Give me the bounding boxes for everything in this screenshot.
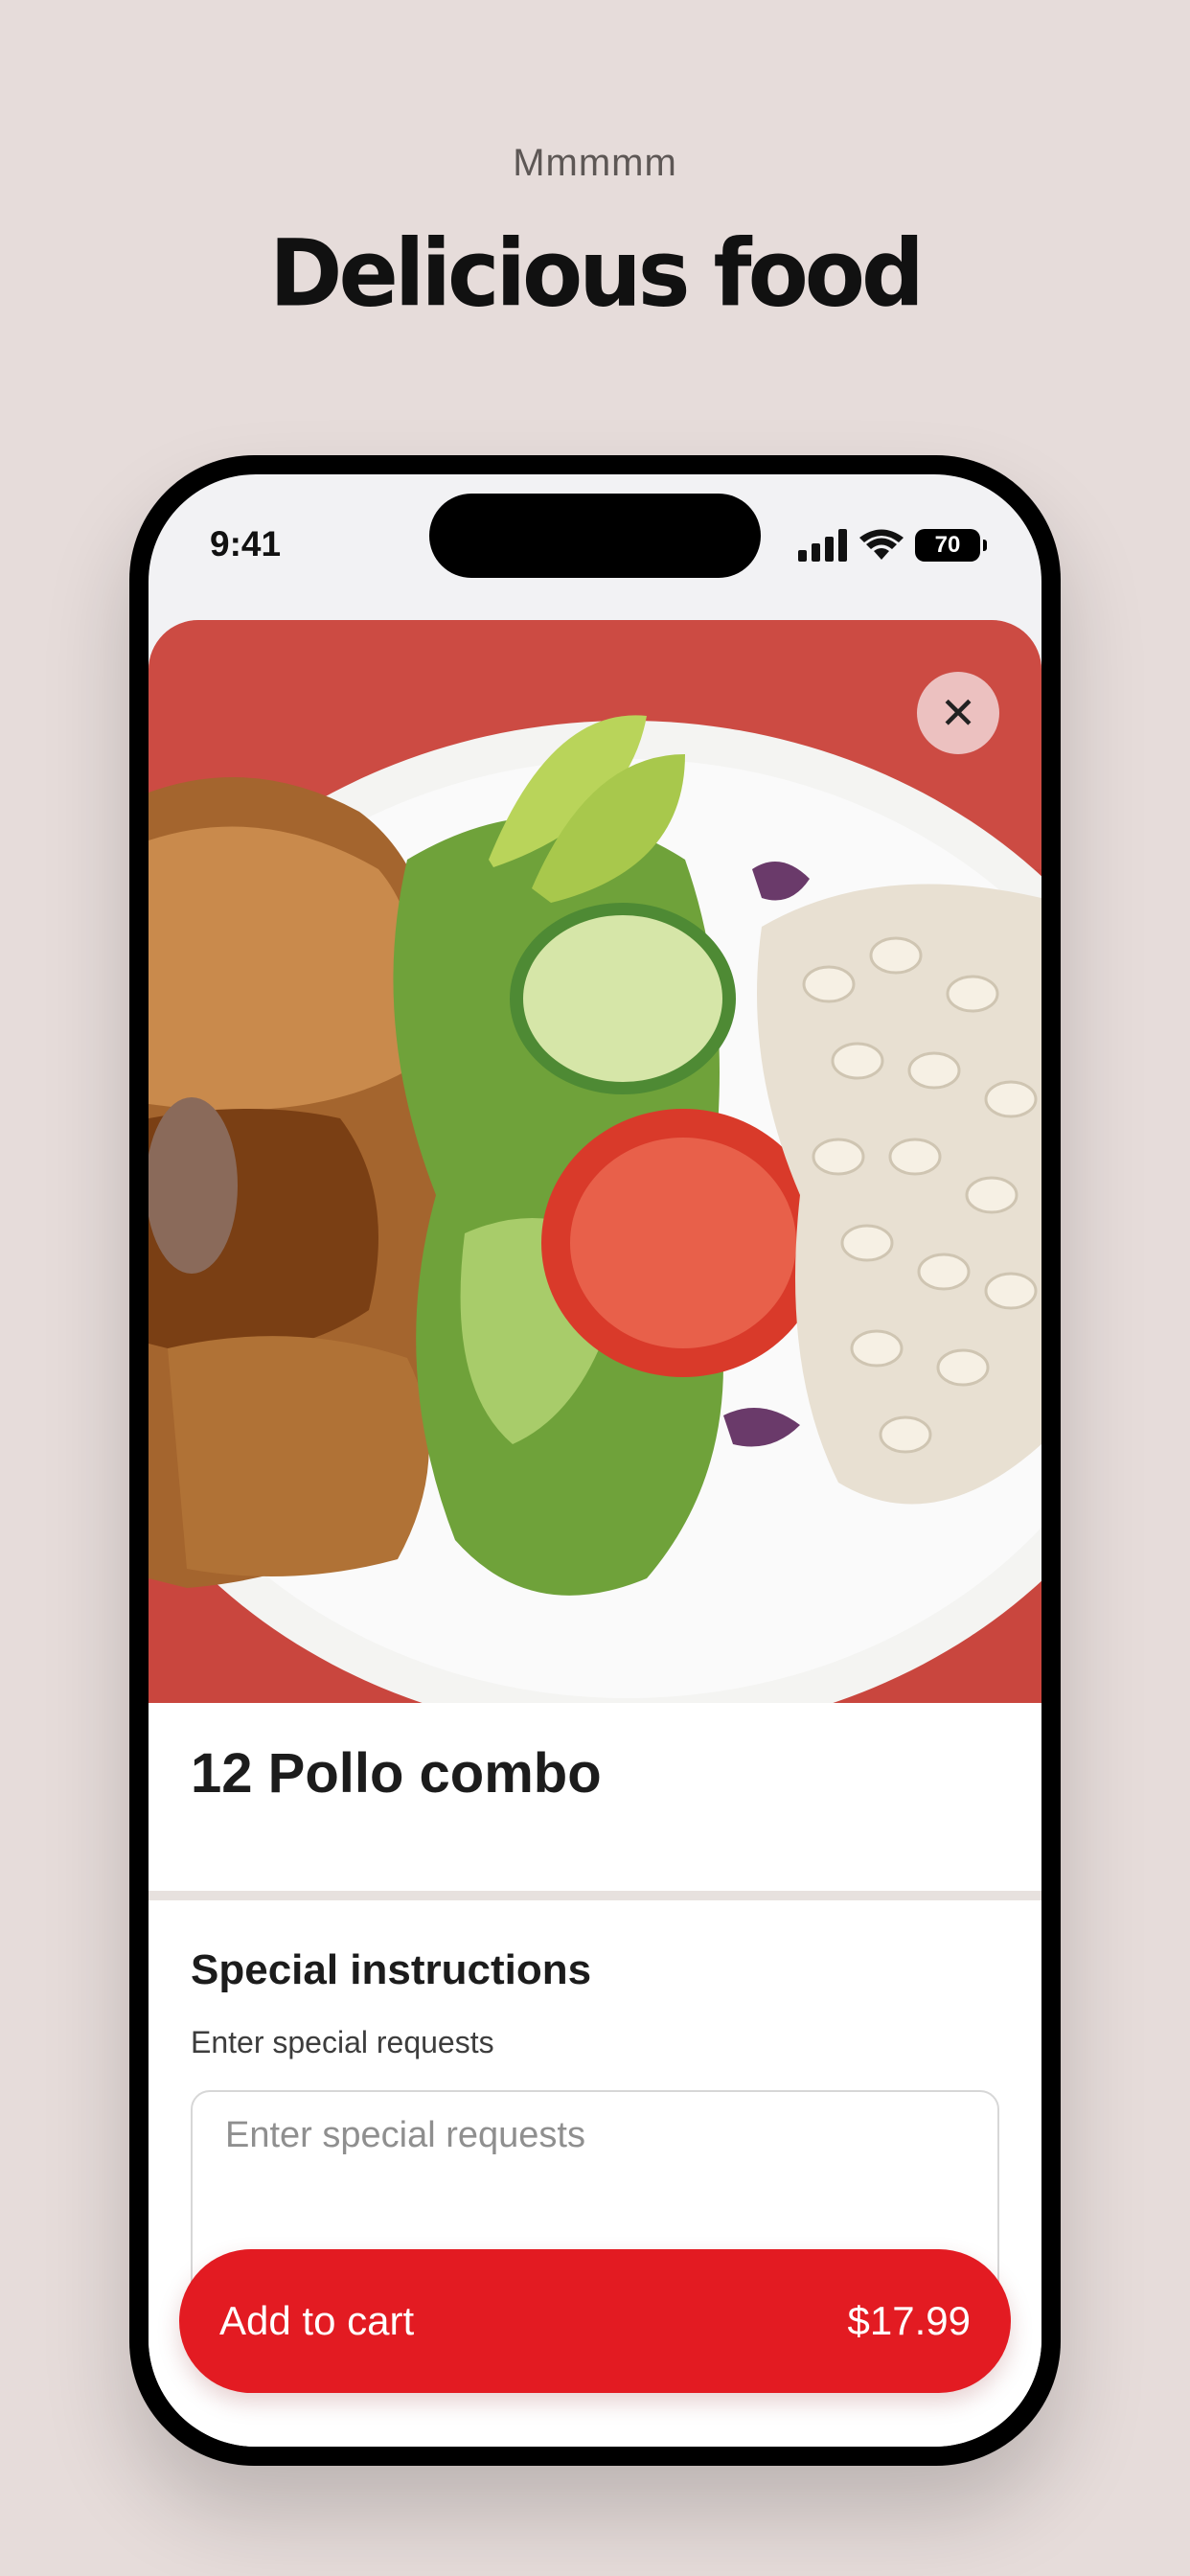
add-to-cart-button[interactable]: Add to cart $17.99 bbox=[179, 2249, 1011, 2393]
item-sheet: ✕ 12 Pollo combo Special instructions En… bbox=[149, 620, 1041, 2447]
close-icon: ✕ bbox=[939, 688, 977, 738]
special-instructions-title: Special instructions bbox=[191, 1946, 592, 1993]
wifi-icon bbox=[859, 529, 904, 560]
food-photo bbox=[149, 620, 1041, 1703]
status-icons: 70 bbox=[798, 526, 987, 564]
phone-screen: 9:41 70 ✕ 12 Pollo combo Special instruc… bbox=[149, 474, 1041, 2447]
special-instructions-subtitle: Enter special requests bbox=[191, 2025, 494, 2059]
promo-eyebrow: Mmmmm bbox=[513, 142, 677, 184]
special-requests-placeholder: Enter special requests bbox=[225, 2115, 585, 2155]
battery-level: 70 bbox=[934, 532, 961, 558]
dynamic-island bbox=[429, 494, 761, 578]
battery-indicator: 70 bbox=[915, 529, 987, 562]
status-time: 9:41 bbox=[210, 524, 282, 564]
close-button[interactable]: ✕ bbox=[917, 672, 999, 754]
item-title: 12 Pollo combo bbox=[191, 1742, 602, 1805]
phone-frame: 9:41 70 ✕ 12 Pollo combo Special instruc… bbox=[129, 455, 1061, 2466]
section-divider bbox=[149, 1891, 1041, 1900]
promo-headline: Delicious food bbox=[269, 219, 925, 328]
add-to-cart-label: Add to cart bbox=[219, 2298, 415, 2343]
cellular-signal-icon bbox=[798, 529, 847, 562]
add-to-cart-price: $17.99 bbox=[847, 2298, 971, 2343]
